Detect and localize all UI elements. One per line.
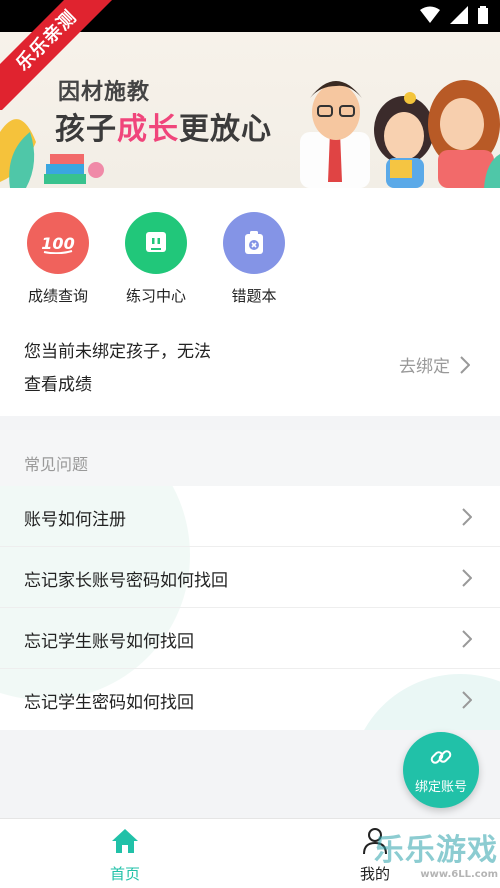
chevron-right-icon <box>460 355 470 374</box>
battery-icon <box>478 6 488 24</box>
watermark-sub: www.6LL.com <box>420 869 498 880</box>
go-bind-link[interactable]: 去绑定 <box>399 352 470 377</box>
faq-item-text: 忘记学生密码如何找回 <box>24 693 194 713</box>
feature-grid: 100 成绩查询 练习中心 错题本 <box>0 188 500 316</box>
faq-item[interactable]: 忘记家长账号密码如何找回 <box>0 547 500 608</box>
faq-item-text: 忘记学生账号如何找回 <box>24 632 194 652</box>
feature-score-query[interactable]: 100 成绩查询 <box>18 212 98 306</box>
faq-header: 常见问题 <box>0 430 500 486</box>
link-icon <box>430 750 452 764</box>
main-panel: 100 成绩查询 练习中心 错题本 您当前未绑定孩子，无法 查看成绩 去绑定 <box>0 188 500 416</box>
chevron-right-icon <box>462 508 472 526</box>
bind-account-fab[interactable]: 绑定账号 <box>403 732 479 808</box>
feature-label: 练习中心 <box>125 287 186 305</box>
faq-item-text: 忘记家长账号密码如何找回 <box>24 571 228 591</box>
faq-item[interactable]: 忘记学生账号如何找回 <box>0 608 500 669</box>
home-icon <box>112 829 138 853</box>
faq-title: 常见问题 <box>24 455 89 474</box>
faq-item-text: 账号如何注册 <box>24 510 126 530</box>
feature-label: 错题本 <box>231 287 277 305</box>
corner-ribbon: 乐乐亲测 <box>0 0 130 110</box>
practice-icon <box>125 212 187 274</box>
mistake-book-icon <box>223 212 285 274</box>
bind-message: 您当前未绑定孩子，无法 查看成绩 <box>24 336 284 402</box>
chevron-right-icon <box>462 569 472 587</box>
tab-home[interactable]: 首页 <box>85 827 165 884</box>
bind-message-line2: 查看成绩 <box>24 375 92 395</box>
fab-label: 绑定账号 <box>414 780 467 795</box>
chevron-right-icon <box>462 630 472 648</box>
feature-label: 成绩查询 <box>27 287 88 305</box>
watermark-main: 乐乐游戏 <box>374 833 498 868</box>
bind-notice: 您当前未绑定孩子，无法 查看成绩 去绑定 <box>0 316 500 416</box>
chevron-right-icon <box>462 691 472 709</box>
feature-practice-center[interactable]: 练习中心 <box>116 212 196 306</box>
go-bind-label: 去绑定 <box>399 357 450 377</box>
score-100-icon: 100 <box>27 212 89 274</box>
faq-section: 常见问题 账号如何注册 忘记家长账号密码如何找回 忘记学生账号如何找回 忘记学生… <box>0 430 500 730</box>
feature-mistake-book[interactable]: 错题本 <box>214 212 294 306</box>
ribbon-text: 乐乐亲测 <box>0 0 120 110</box>
svg-text:100: 100 <box>41 234 74 253</box>
signal-icon <box>450 6 468 24</box>
faq-item[interactable]: 忘记学生密码如何找回 <box>0 669 500 730</box>
bind-message-line1: 您当前未绑定孩子，无法 <box>24 342 211 362</box>
tab-label: 首页 <box>109 865 140 883</box>
faq-item[interactable]: 账号如何注册 <box>0 486 500 547</box>
wifi-icon <box>420 6 440 23</box>
watermark: 乐乐游戏 www.6LL.com <box>374 825 498 880</box>
